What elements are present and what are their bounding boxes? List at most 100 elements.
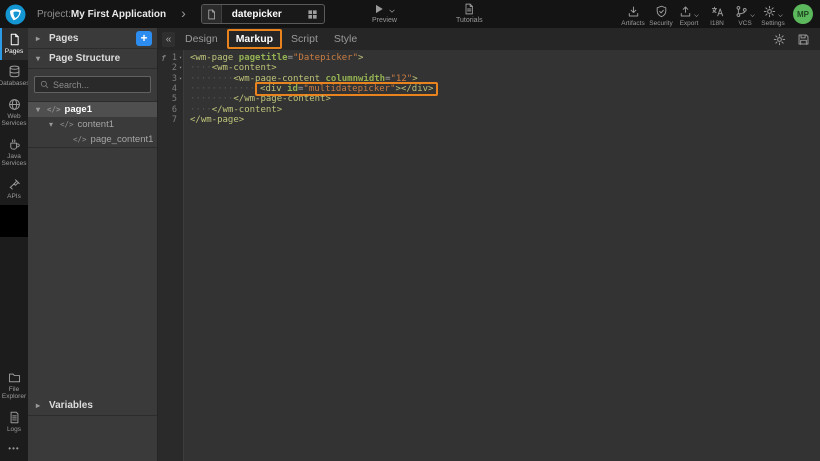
topbar-security-button[interactable]: Security — [647, 5, 675, 27]
rail-item-label: Pages — [5, 48, 23, 55]
page-tab-datepicker[interactable]: datepicker — [201, 4, 325, 24]
tutorials-icon — [463, 3, 475, 15]
page-structure-tree: ▾</>page1▾</>content1</>page_content1 — [28, 101, 157, 148]
collapse-panel-button[interactable]: « — [162, 32, 175, 47]
rail-item-file-explorer[interactable]: File Explorer — [0, 366, 28, 406]
page-tab-label: datepicker — [222, 9, 302, 20]
triangle-right-icon: ▸ — [36, 401, 43, 410]
editor-tabbar: « Design Markup Script Style — [158, 28, 820, 50]
more-options-button[interactable]: ••• — [0, 438, 28, 461]
topbar-i18n-button[interactable]: I18N — [703, 5, 731, 27]
topbar-item-label: VCS — [738, 20, 751, 27]
topbar-export-button[interactable]: Export — [675, 5, 703, 27]
add-page-button[interactable]: + — [136, 31, 152, 46]
line-number: 4 — [158, 84, 184, 94]
java-services-icon — [8, 138, 21, 151]
topbar-actions: Artifacts SecurityExportI18N VCS Settings — [619, 2, 787, 27]
fold-toggle-icon[interactable]: ▾ — [177, 55, 184, 61]
tab-markup[interactable]: Markup — [227, 29, 282, 49]
rail-item-databases[interactable]: Databases — [0, 60, 28, 92]
pages-icon — [8, 33, 21, 46]
user-avatar[interactable]: MP — [793, 4, 813, 24]
gutter-marker: f — [161, 54, 166, 63]
rail-item-pages[interactable]: Pages — [0, 28, 28, 60]
code-line-7[interactable]: 7</wm-page> — [158, 115, 820, 125]
rail-item-java-services[interactable]: Java Services — [0, 133, 28, 173]
rail-item-label: Web Services — [2, 113, 27, 128]
widget-code-icon: </> — [47, 105, 61, 114]
markup-settings-gear-icon[interactable] — [773, 33, 786, 46]
line-number: 6 — [158, 105, 184, 115]
rail-item-label: File Explorer — [2, 386, 26, 401]
chevron-down-icon — [693, 12, 700, 19]
search-box[interactable] — [34, 76, 151, 93]
code-line-4[interactable]: 4············<div id="multidatepicker"><… — [158, 84, 820, 94]
databases-icon — [8, 65, 21, 78]
i18n-icon — [711, 5, 724, 18]
rail-item-apis[interactable]: APIs — [0, 173, 28, 205]
pages-section-header[interactable]: ▸ Pages + — [28, 28, 157, 49]
code-line-2[interactable]: 2▾····<wm-content> — [158, 63, 820, 73]
tab-style[interactable]: Style — [334, 31, 357, 47]
settings-icon — [763, 5, 776, 18]
code-line-5[interactable]: 5········</wm-page-content> — [158, 94, 820, 104]
search-icon — [40, 80, 49, 89]
topbar-settings-button[interactable]: Settings — [759, 5, 787, 27]
tree-node-label: page_content1 — [91, 134, 154, 145]
project-breadcrumb: Project:My First Application — [37, 9, 166, 20]
wavemaker-logo-icon[interactable] — [5, 4, 26, 25]
search-input[interactable] — [53, 80, 145, 90]
rail-item-label: Logs — [7, 426, 21, 433]
project-name[interactable]: My First Application — [71, 9, 166, 20]
chevron-down-icon — [777, 12, 784, 19]
export-icon — [679, 5, 692, 18]
page-structure-header[interactable]: ▾ Page Structure — [28, 49, 157, 69]
tree-node-content1[interactable]: ▾</>content1 — [28, 117, 157, 132]
triangle-down-icon[interactable]: ▾ — [36, 105, 43, 114]
rail-spacer — [0, 237, 28, 365]
code-line-6[interactable]: 6····</wm-content> — [158, 104, 820, 114]
left-nav-rail: Pages Databases Web Services Java ServicesA… — [0, 28, 28, 461]
triangle-down-icon: ▾ — [36, 54, 43, 63]
page-structure-title: Page Structure — [49, 53, 120, 64]
code-line-1[interactable]: f1▾<wm-page pagetitle="Datepicker"> — [158, 53, 820, 63]
tutorials-button[interactable]: Tutorials — [456, 3, 483, 24]
vcs-icon — [735, 5, 748, 18]
line-number: f1▾ — [158, 53, 184, 63]
line-number: 2▾ — [158, 63, 184, 73]
chevron-down-icon[interactable] — [388, 7, 396, 15]
widget-code-icon: </> — [60, 120, 74, 129]
rail-item-logs[interactable]: Logs — [0, 406, 28, 438]
tree-node-label: page1 — [65, 104, 92, 115]
tree-node-page-content1[interactable]: </>page_content1 — [28, 132, 157, 147]
fold-toggle-icon[interactable]: ▾ — [177, 65, 184, 71]
topbar-item-label: Security — [649, 20, 672, 27]
preview-button[interactable]: Preview — [372, 3, 397, 24]
pages-section-title: Pages — [49, 33, 78, 44]
topbar-item-label: Settings — [761, 20, 785, 27]
tab-script[interactable]: Script — [291, 31, 318, 47]
rail-item-web-services[interactable]: Web Services — [0, 93, 28, 133]
tutorials-label: Tutorials — [456, 17, 483, 24]
editor-area: « Design Markup Script Style f1▾<wm-page pa… — [158, 28, 820, 461]
topbar: Project:My First Application › datepicke… — [0, 0, 820, 28]
topbar-artifacts-button[interactable]: Artifacts — [619, 5, 647, 27]
fold-toggle-icon[interactable]: ▾ — [177, 76, 184, 82]
tree-node-page1[interactable]: ▾ </> page1 — [28, 102, 157, 117]
pages-panel: ▸ Pages + ▾ Page Structure ▾ </> page1 ▾ </>… — [28, 28, 158, 461]
topbar-vcs-button[interactable]: VCS — [731, 5, 759, 27]
apis-icon — [8, 178, 21, 191]
artifacts-icon — [627, 5, 640, 18]
topbar-item-label: Artifacts — [621, 20, 644, 27]
line-number: 7 — [158, 115, 184, 125]
triangle-down-icon[interactable]: ▾ — [49, 120, 56, 129]
variables-section-header[interactable]: ▸ Variables — [28, 396, 157, 416]
grid-icon[interactable] — [302, 9, 324, 20]
save-icon[interactable] — [797, 33, 810, 46]
markup-code-editor[interactable]: f1▾<wm-page pagetitle="Datepicker">2▾···… — [158, 50, 820, 461]
security-icon — [655, 5, 668, 18]
file-icon — [202, 5, 222, 23]
web-services-icon — [8, 98, 21, 111]
file-explorer-icon — [8, 371, 21, 384]
tab-design[interactable]: Design — [185, 31, 218, 47]
